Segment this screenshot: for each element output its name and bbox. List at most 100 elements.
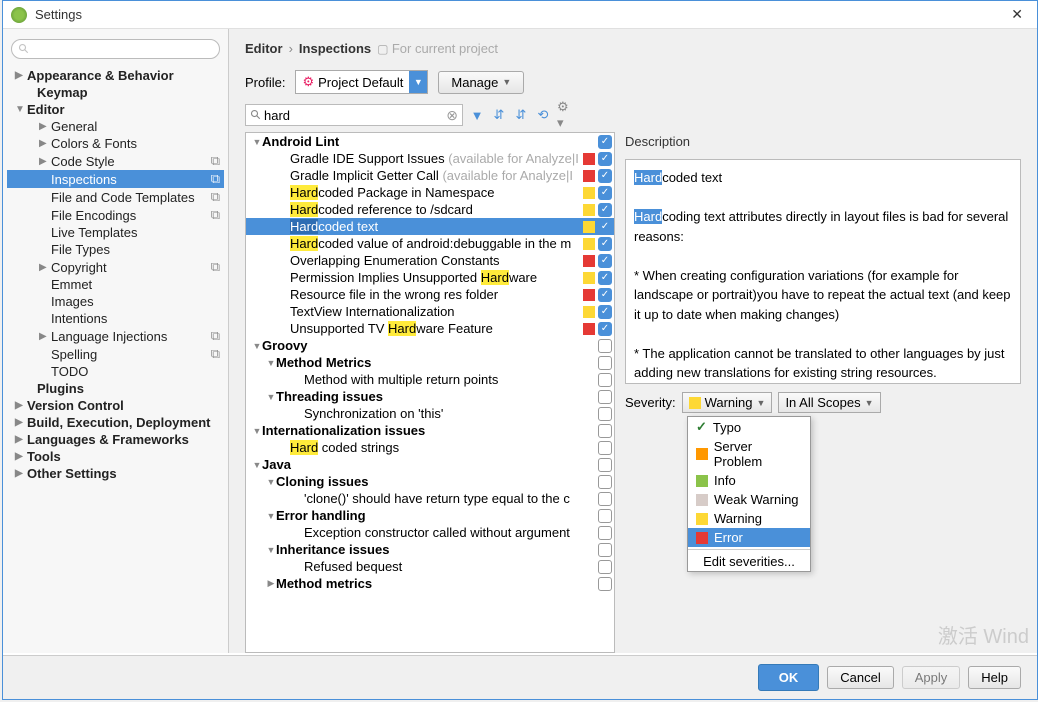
help-button[interactable]: Help bbox=[968, 666, 1021, 689]
severity-option-weak[interactable]: Weak Warning bbox=[688, 490, 810, 509]
checkbox[interactable] bbox=[598, 526, 612, 540]
inspection-row[interactable]: Overlapping Enumeration Constants✓ bbox=[246, 252, 614, 269]
inspection-row[interactable]: Hardcoded text✓ bbox=[246, 218, 614, 235]
inspection-row[interactable]: Resource file in the wrong res folder✓ bbox=[246, 286, 614, 303]
checkbox[interactable] bbox=[598, 407, 612, 421]
inspection-row[interactable]: Gradle Implicit Getter Call (available f… bbox=[246, 167, 614, 184]
sidebar-item[interactable]: ▶Tools bbox=[7, 448, 224, 465]
checkbox[interactable] bbox=[598, 424, 612, 438]
checkbox[interactable]: ✓ bbox=[598, 186, 612, 200]
sidebar-item[interactable]: ▶Colors & Fonts bbox=[7, 135, 224, 152]
severity-option-error[interactable]: Error bbox=[688, 528, 810, 547]
close-icon[interactable]: ✕ bbox=[1005, 4, 1029, 25]
ok-button[interactable]: OK bbox=[758, 664, 820, 691]
sidebar-item[interactable]: Inspections⧉ bbox=[7, 170, 224, 188]
sidebar-item[interactable]: ▶Code Style⧉ bbox=[7, 152, 224, 170]
inspection-row[interactable]: Method with multiple return points bbox=[246, 371, 614, 388]
sidebar-item[interactable]: File Encodings⧉ bbox=[7, 206, 224, 224]
severity-select[interactable]: Warning ▼ bbox=[682, 392, 773, 413]
checkbox[interactable] bbox=[598, 390, 612, 404]
inspection-row[interactable]: Gradle IDE Support Issues (available for… bbox=[246, 150, 614, 167]
inspection-row[interactable]: ▶Method metrics bbox=[246, 575, 614, 592]
checkbox[interactable] bbox=[598, 560, 612, 574]
inspection-row[interactable]: ▼Groovy bbox=[246, 337, 614, 354]
checkbox[interactable] bbox=[598, 543, 612, 557]
sidebar-item[interactable]: ▶Build, Execution, Deployment bbox=[7, 414, 224, 431]
severity-edit[interactable]: Edit severities... bbox=[688, 552, 810, 571]
checkbox[interactable] bbox=[598, 492, 612, 506]
inspection-row[interactable]: ▼Inheritance issues bbox=[246, 541, 614, 558]
checkbox[interactable]: ✓ bbox=[598, 203, 612, 217]
inspection-row[interactable]: Synchronization on 'this' bbox=[246, 405, 614, 422]
manage-button[interactable]: Manage ▼ bbox=[438, 71, 524, 94]
checkbox[interactable]: ✓ bbox=[598, 220, 612, 234]
breadcrumb-parent[interactable]: Editor bbox=[245, 41, 283, 56]
inspection-row[interactable]: 'clone()' should have return type equal … bbox=[246, 490, 614, 507]
sidebar-item[interactable]: File Types bbox=[7, 241, 224, 258]
sidebar-item[interactable]: Plugins bbox=[7, 380, 224, 397]
sidebar-item[interactable]: Spelling⧉ bbox=[7, 345, 224, 363]
checkbox[interactable]: ✓ bbox=[598, 305, 612, 319]
inspection-row[interactable]: ▼Cloning issues bbox=[246, 473, 614, 490]
cancel-button[interactable]: Cancel bbox=[827, 666, 893, 689]
checkbox[interactable]: ✓ bbox=[598, 288, 612, 302]
inspection-row[interactable]: TextView Internationalization✓ bbox=[246, 303, 614, 320]
checkbox[interactable]: ✓ bbox=[598, 254, 612, 268]
sidebar-item[interactable]: Emmet bbox=[7, 276, 224, 293]
expand-all-icon[interactable]: ⇵ bbox=[491, 107, 507, 123]
clear-icon[interactable]: ⊗ bbox=[446, 107, 458, 124]
severity-option-warning[interactable]: Warning bbox=[688, 509, 810, 528]
sidebar-item[interactable]: ▶Copyright⧉ bbox=[7, 258, 224, 276]
inspection-row[interactable]: Refused bequest bbox=[246, 558, 614, 575]
inspection-row[interactable]: ▼Method Metrics bbox=[246, 354, 614, 371]
sidebar-item[interactable]: File and Code Templates⧉ bbox=[7, 188, 224, 206]
inspections-tree[interactable]: ▼Android Lint✓Gradle IDE Support Issues … bbox=[245, 132, 615, 653]
inspection-row[interactable]: ▼Java bbox=[246, 456, 614, 473]
sidebar-item[interactable]: ▶Language Injections⧉ bbox=[7, 327, 224, 345]
checkbox[interactable] bbox=[598, 577, 612, 591]
sidebar-item[interactable]: TODO bbox=[7, 363, 224, 380]
checkbox[interactable] bbox=[598, 373, 612, 387]
gear-icon[interactable]: ⚙ ▾ bbox=[557, 107, 573, 123]
inspection-row[interactable]: Unsupported TV Hardware Feature✓ bbox=[246, 320, 614, 337]
inspection-row[interactable]: Hardcoded reference to /sdcard✓ bbox=[246, 201, 614, 218]
severity-option-typo[interactable]: ✓Typo bbox=[688, 417, 810, 437]
filter-icon[interactable]: ▼ bbox=[469, 107, 485, 123]
sidebar-item[interactable]: ▶Appearance & Behavior bbox=[7, 67, 224, 84]
sidebar-search[interactable] bbox=[11, 39, 220, 59]
sidebar-item[interactable]: ▶General bbox=[7, 118, 224, 135]
checkbox[interactable] bbox=[598, 339, 612, 353]
severity-option-info[interactable]: Info bbox=[688, 471, 810, 490]
checkbox[interactable]: ✓ bbox=[598, 271, 612, 285]
inspection-row[interactable]: Exception constructor called without arg… bbox=[246, 524, 614, 541]
inspection-row[interactable]: ▼Threading issues bbox=[246, 388, 614, 405]
checkbox[interactable] bbox=[598, 441, 612, 455]
inspection-row[interactable]: ▼Android Lint✓ bbox=[246, 133, 614, 150]
checkbox[interactable] bbox=[598, 509, 612, 523]
severity-option-server[interactable]: Server Problem bbox=[688, 437, 810, 471]
filter-input[interactable] bbox=[262, 108, 446, 123]
inspection-row[interactable]: Permission Implies Unsupported Hardware✓ bbox=[246, 269, 614, 286]
checkbox[interactable]: ✓ bbox=[598, 322, 612, 336]
inspection-row[interactable]: Hardcoded value of android:debuggable in… bbox=[246, 235, 614, 252]
chevron-down-icon[interactable]: ▼ bbox=[409, 71, 427, 93]
sidebar-item[interactable]: Images bbox=[7, 293, 224, 310]
scope-select[interactable]: In All Scopes ▼ bbox=[778, 392, 880, 413]
checkbox[interactable]: ✓ bbox=[598, 169, 612, 183]
profile-select[interactable]: ⚙Project Default ▼ bbox=[295, 70, 428, 94]
sidebar-item[interactable]: Live Templates bbox=[7, 224, 224, 241]
sidebar-item[interactable]: ▶Languages & Frameworks bbox=[7, 431, 224, 448]
sidebar-search-input[interactable] bbox=[30, 42, 213, 56]
sidebar-item[interactable]: Intentions bbox=[7, 310, 224, 327]
checkbox[interactable] bbox=[598, 458, 612, 472]
sidebar-item[interactable]: Keymap bbox=[7, 84, 224, 101]
filter-box[interactable]: ⊗ bbox=[245, 104, 463, 126]
inspection-row[interactable]: ▼Internationalization issues bbox=[246, 422, 614, 439]
sidebar-item[interactable]: ▶Other Settings bbox=[7, 465, 224, 482]
sidebar-item[interactable]: ▶Version Control bbox=[7, 397, 224, 414]
inspection-row[interactable]: ▼Error handling bbox=[246, 507, 614, 524]
inspection-row[interactable]: Hardcoded Package in Namespace✓ bbox=[246, 184, 614, 201]
sidebar-item[interactable]: ▼Editor bbox=[7, 101, 224, 118]
collapse-all-icon[interactable]: ⇵ bbox=[513, 107, 529, 123]
checkbox[interactable]: ✓ bbox=[598, 152, 612, 166]
